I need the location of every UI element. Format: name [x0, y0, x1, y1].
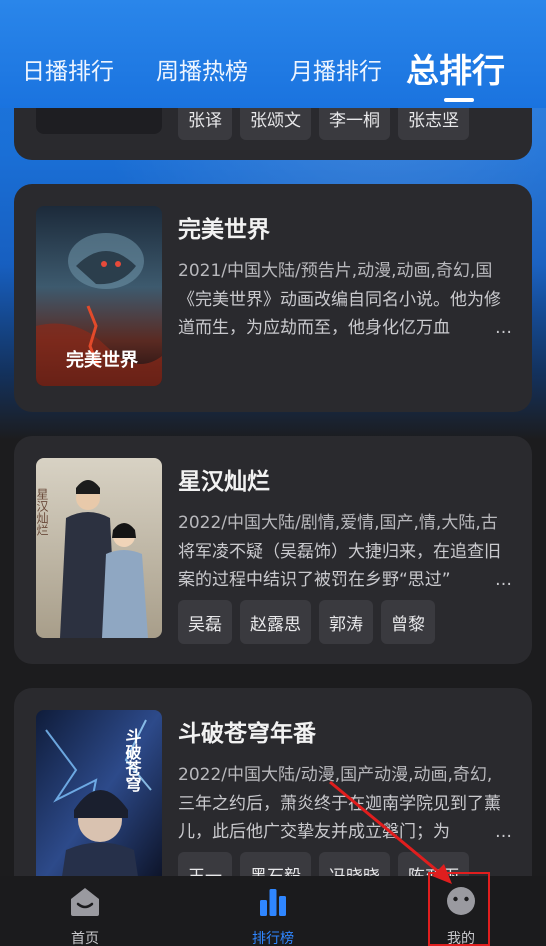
annotation-highlight-box — [428, 872, 490, 946]
bar-chart-icon — [260, 889, 286, 916]
movie-title[interactable]: 星汉灿烂 — [178, 462, 270, 496]
poster-logo: 完美世界 — [66, 349, 138, 371]
ranking-tabs: 日播排行 周播热榜 月播排行 总排行 — [0, 40, 546, 102]
actor-chip[interactable]: 曾黎 — [381, 600, 435, 644]
poster-image: 完美世界 — [36, 206, 162, 386]
actor-chip[interactable]: 冯晓晓 — [319, 852, 390, 876]
actor-chip[interactable]: 赵露思 — [240, 600, 311, 644]
movie-card[interactable]: 斗破苍穹 斗破苍穹年番 2022/中国大陆/动漫,国产动漫,动画,奇幻, 三年之… — [14, 688, 532, 876]
ellipsis: … — [491, 566, 512, 594]
tab-total[interactable]: 总排行 — [406, 44, 505, 92]
movie-title[interactable]: 斗破苍穹年番 — [178, 714, 316, 748]
poster-logo: 星汉灿烂 — [36, 488, 49, 536]
actor-chips: 吴磊 赵露思 郭涛 曾黎 — [178, 600, 435, 644]
actor-chip[interactable]: 王一 — [178, 852, 232, 876]
movie-description: 三年之约后，萧炎终于在迦南学院见到了薰儿，此后他广交挚友并成立磐门；为 … — [178, 790, 512, 846]
poster-logo: 斗破苍穹 — [123, 728, 143, 793]
movie-description-text: 三年之约后，萧炎终于在迦南学院见到了薰儿，此后他广交挚友并成立磐门；为 — [178, 794, 501, 842]
movie-description-text: 将军凌不疑（吴磊饰）大捷归来，在追查旧案的过程中结识了被罚在乡野“思过” — [178, 542, 501, 590]
ellipsis: … — [491, 818, 512, 846]
movie-description-text: 《完美世界》动画改编自同名小说。他为修道而生，为应劫而至，他身化亿万血 — [178, 290, 501, 338]
tab-monthly[interactable]: 月播排行 — [290, 52, 382, 86]
home-icon — [71, 888, 99, 916]
movie-card[interactable]: 完美世界 完美世界 2021/中国大陆/预告片,动漫,动画,奇幻,国 《完美世界… — [14, 184, 532, 412]
actor-chips: 王一 黑石毅 冯晓晓 陈变雨 — [178, 852, 469, 876]
movie-meta: 2021/中国大陆/预告片,动漫,动画,奇幻,国 — [178, 261, 493, 281]
nav-label: 排行榜 — [252, 931, 294, 946]
movie-meta: 2022/中国大陆/动漫,国产动漫,动画,奇幻, — [178, 765, 493, 785]
ellipsis: … — [491, 314, 512, 342]
poster-image: 星汉灿烂 — [36, 458, 162, 638]
nav-ranking[interactable]: 排行榜 — [223, 876, 323, 946]
actor-chip[interactable]: 黑石毅 — [240, 852, 311, 876]
top-header: 日播排行 周播热榜 月播排行 总排行 — [0, 0, 546, 108]
active-tab-indicator — [444, 98, 474, 102]
movie-description: 将军凌不疑（吴磊饰）大捷归来，在追查旧案的过程中结识了被罚在乡野“思过” … — [178, 538, 512, 594]
tab-weekly[interactable]: 周播热榜 — [156, 52, 248, 86]
actor-chip[interactable]: 吴磊 — [178, 600, 232, 644]
movie-card[interactable]: 星汉灿烂 星汉灿烂 2022/中国大陆/剧情,爱情,国产,情,大陆,古 将军凌不… — [14, 436, 532, 664]
tab-daily[interactable]: 日播排行 — [22, 52, 114, 86]
movie-description: 《完美世界》动画改编自同名小说。他为修道而生，为应劫而至，他身化亿万血 … — [178, 286, 512, 342]
poster-image: 斗破苍穹 — [36, 710, 162, 876]
ranking-list[interactable]: 张译 张颂文 李一桐 张志坚 完美世界 完美世界 2021/中国大陆/预告片,动… — [0, 0, 546, 876]
movie-meta: 2022/中国大陆/剧情,爱情,国产,情,大陆,古 — [178, 513, 498, 533]
movie-title[interactable]: 完美世界 — [178, 210, 270, 244]
actor-chip[interactable]: 郭涛 — [319, 600, 373, 644]
nav-home[interactable]: 首页 — [35, 876, 135, 946]
nav-label: 首页 — [71, 931, 99, 946]
